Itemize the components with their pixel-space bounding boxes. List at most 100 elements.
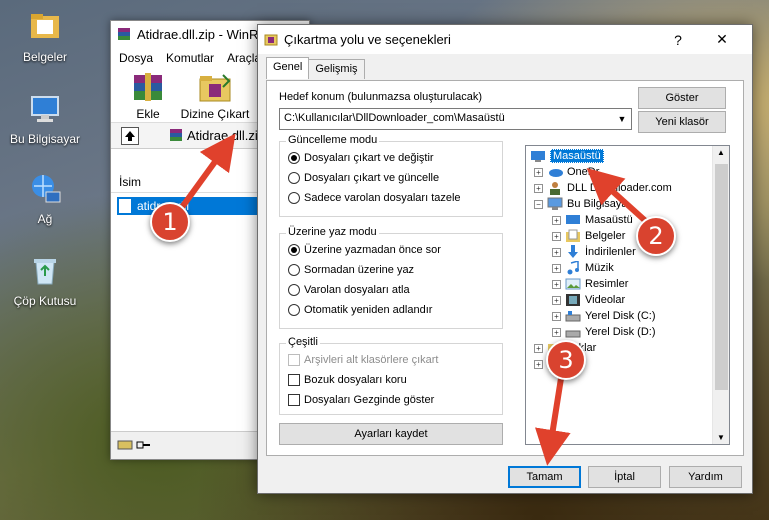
help-title-button[interactable]: ? (656, 25, 700, 54)
radio-icon (288, 284, 300, 296)
overwrite-option-without-asking[interactable]: Sormadan üzerine yaz (288, 264, 414, 276)
desktop-icon-documents[interactable]: Belgeler (5, 10, 85, 64)
tree-item-label: Masaüstü (585, 214, 633, 226)
menu-tools[interactable]: Araçla (227, 51, 261, 65)
drive-icon (565, 325, 581, 339)
overwrite-option-rename[interactable]: Otomatik yeniden adlandır (288, 304, 432, 316)
menu-file[interactable]: Dosya (119, 51, 153, 65)
tree-item-documents[interactable]: + Belgeler (552, 228, 625, 244)
overwrite-option-ask[interactable]: Üzerine yazmadan önce sor (288, 244, 441, 256)
expand-icon[interactable]: + (552, 215, 561, 225)
tree-item-label: DLL Downloader.com (567, 182, 672, 194)
extract-to-button[interactable]: Dizine Çıkart (177, 71, 253, 121)
computer-icon (28, 92, 62, 126)
expand-icon[interactable]: + (534, 359, 543, 369)
winrar-logo-icon (117, 27, 131, 41)
checkbox-icon (288, 354, 300, 366)
ok-button[interactable]: Tamam (508, 466, 581, 488)
collapse-icon[interactable]: − (534, 199, 543, 209)
step-callout-2: 2 (636, 216, 676, 256)
new-folder-button[interactable]: Yeni klasör (638, 111, 726, 133)
tree-item-label: Bu Bilgisaya (567, 198, 628, 210)
desktop-icon-label: Çöp Kutusu (13, 294, 77, 308)
expand-icon[interactable]: + (552, 279, 561, 289)
desktop-icon-label: Bu Bilgisayar (9, 132, 81, 146)
destination-path-input[interactable]: C:\Kullanıcılar\DllDownloader_com\Masaüs… (279, 108, 632, 130)
misc-title: Çeşitli (286, 336, 320, 348)
misc-option-subfolders[interactable]: Arşivleri alt klasörlere çıkart (288, 354, 438, 366)
expand-icon[interactable]: + (552, 311, 561, 321)
music-note-icon (565, 260, 581, 275)
expand-icon[interactable]: + (552, 295, 561, 305)
step-callout-3: 3 (546, 340, 586, 380)
archive-add-icon (130, 71, 166, 105)
tree-item-pc-desktop[interactable]: + Masaüstü (552, 212, 633, 228)
update-option-refresh[interactable]: Sadece varolan dosyaları tazele (288, 192, 461, 204)
show-button[interactable]: Göster (638, 87, 726, 109)
tree-item-pictures[interactable]: + Resimler (552, 276, 628, 292)
tree-item-onedrive[interactable]: + OneDr (534, 164, 599, 180)
radio-icon (288, 192, 300, 204)
tree-item-label: Yerel Disk (C:) (585, 310, 656, 322)
tree-item-label: OneDr (567, 166, 600, 178)
tree-item-desktop-root[interactable]: Masaüstü (530, 148, 604, 164)
desktop-icon-network[interactable]: Ağ (5, 172, 85, 226)
folder-tree[interactable]: Masaüstü + OneDr + DLL Downloader.com − … (525, 145, 730, 445)
expand-icon[interactable]: + (552, 231, 561, 241)
tree-item-downloads[interactable]: + İndirilenler (552, 244, 636, 260)
tree-item-label: Müzik (585, 262, 614, 274)
tree-item-music[interactable]: + Müzik (552, 260, 614, 276)
save-settings-button[interactable]: Ayarları kaydet (279, 423, 503, 445)
cancel-button[interactable]: İptal (588, 466, 661, 488)
dialog-title: Çıkartma yolu ve seçenekleri (284, 32, 451, 47)
drive-status-icon (117, 438, 151, 455)
extract-to-label: Dizine Çıkart (180, 107, 250, 121)
expand-icon[interactable]: + (534, 167, 543, 177)
tree-item-disk-c[interactable]: + Yerel Disk (C:) (552, 308, 656, 324)
misc-option-keep-broken[interactable]: Bozuk dosyaları koru (288, 374, 407, 386)
tree-item-videos[interactable]: + Videolar (552, 292, 625, 308)
tree-item-this-pc[interactable]: − Bu Bilgisaya (534, 196, 628, 212)
archive-address[interactable]: Atidrae.dll.zip (187, 128, 265, 143)
update-mode-title: Güncelleme modu (286, 134, 380, 146)
scroll-up-icon[interactable]: ▲ (717, 148, 725, 157)
misc-group: Çeşitli Arşivleri alt klasörlere çıkart … (279, 336, 503, 415)
close-button[interactable]: ✕ (700, 25, 744, 54)
dialog-tabs: Genel Gelişmiş (266, 57, 365, 79)
option-label: Bozuk dosyaları koru (304, 374, 407, 386)
tab-general[interactable]: Genel (266, 57, 310, 79)
expand-icon[interactable]: + (552, 263, 561, 273)
scroll-down-icon[interactable]: ▼ (717, 433, 725, 442)
chevron-down-icon[interactable]: ▼ (613, 109, 631, 129)
extract-folder-icon (197, 71, 233, 105)
misc-option-show-in-explorer[interactable]: Dosyaları Gezginde göster (288, 394, 434, 406)
overwrite-mode-title: Üzerine yaz modu (286, 226, 379, 238)
help-button[interactable]: Yardım (669, 466, 742, 488)
tree-item-label: Videolar (585, 294, 626, 306)
radio-icon (288, 264, 300, 276)
expand-icon[interactable]: + (552, 327, 561, 337)
expand-icon[interactable]: + (534, 183, 543, 193)
recycle-bin-icon (28, 254, 62, 288)
dialog-title-bar[interactable]: Çıkartma yolu ve seçenekleri ? ✕ (258, 25, 752, 54)
tab-advanced[interactable]: Gelişmiş (308, 59, 365, 79)
expand-icon[interactable]: + (534, 343, 543, 353)
desktop-icon-this-pc[interactable]: Bu Bilgisayar (5, 92, 85, 146)
scrollbar-thumb[interactable] (715, 164, 728, 390)
tree-item-disk-d[interactable]: + Yerel Disk (D:) (552, 324, 656, 340)
add-button[interactable]: Ekle (123, 71, 173, 121)
desktop-icon-recycle-bin[interactable]: Çöp Kutusu (5, 254, 85, 308)
menu-commands[interactable]: Komutlar (166, 51, 214, 65)
option-label: Varolan dosyaları atla (304, 284, 410, 296)
up-folder-button[interactable] (121, 127, 139, 145)
update-option-update[interactable]: Dosyaları çıkart ve güncelle (288, 172, 439, 184)
documents-icon (565, 229, 581, 243)
tree-item-label: Yerel Disk (D:) (585, 326, 656, 338)
expand-icon[interactable]: + (552, 247, 561, 257)
tree-item-user[interactable]: + DLL Downloader.com (534, 180, 672, 196)
option-label: Dosyaları Gezginde göster (304, 394, 435, 406)
pictures-icon (565, 277, 581, 291)
overwrite-option-skip[interactable]: Varolan dosyaları atla (288, 284, 410, 296)
update-option-replace[interactable]: Dosyaları çıkart ve değiştir (288, 152, 434, 164)
tree-scrollbar[interactable]: ▲ ▼ (712, 146, 729, 444)
